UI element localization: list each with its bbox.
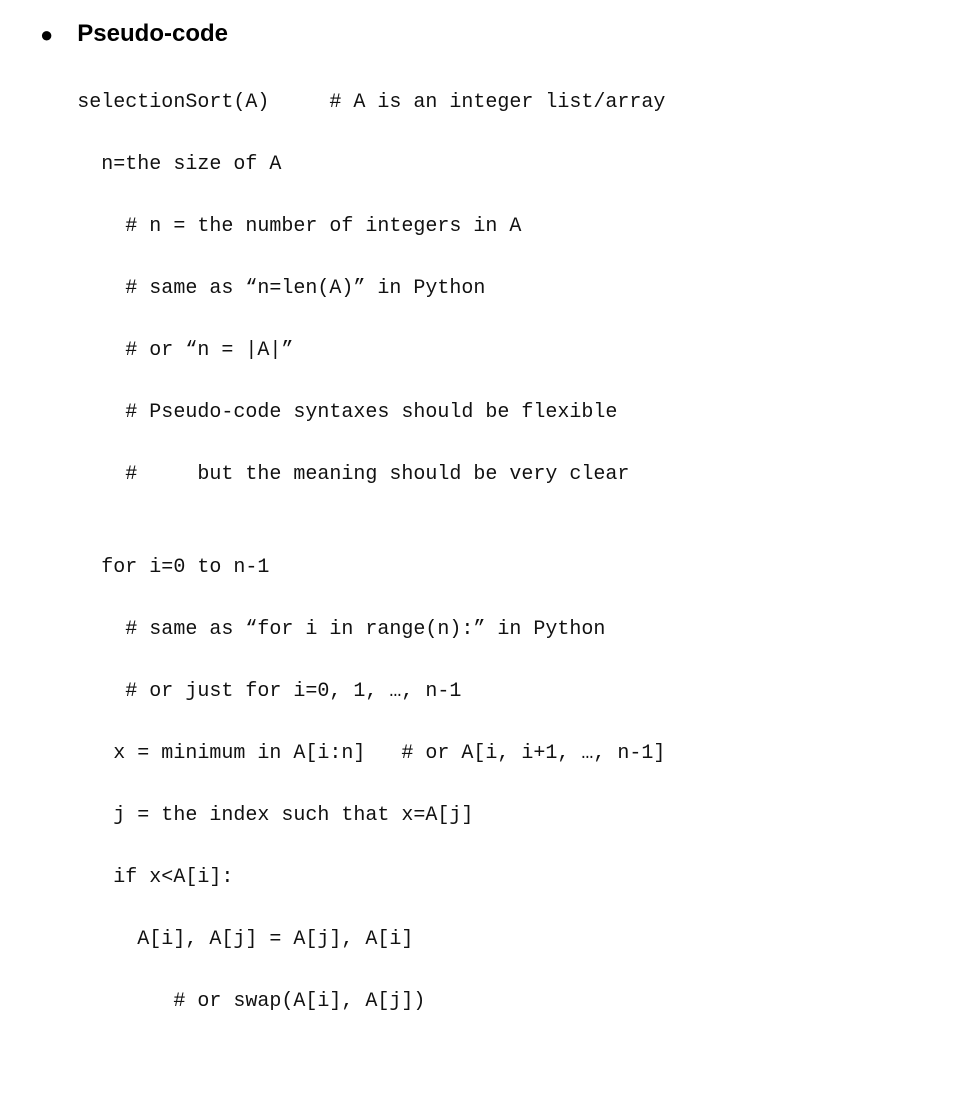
code-line: # but the meaning should be very clear (77, 459, 916, 490)
code-line: selectionSort(A) # A is an integer list/… (77, 87, 916, 118)
code-line: # same as “n=len(A)” in Python (77, 273, 916, 304)
code-line: j = the index such that x=A[j] (77, 800, 916, 831)
bullet-section: ● Pseudo-code selectionSort(A) # A is an… (40, 20, 916, 1079)
code-line: x = minimum in A[i:n] # or A[i, i+1, …, … (77, 738, 916, 769)
section-heading: Pseudo-code (77, 20, 916, 48)
code-line: # or swap(A[i], A[j]) (77, 986, 916, 1017)
code-line: A[i], A[j] = A[j], A[i] (77, 924, 916, 955)
code-line: n=the size of A (77, 149, 916, 180)
code-line: # Pseudo-code syntaxes should be flexibl… (77, 397, 916, 428)
code-line: if x<A[i]: (77, 862, 916, 893)
code-line: # n = the number of integers in A (77, 211, 916, 242)
code-line: # same as “for i in range(n):” in Python (77, 614, 916, 645)
code-line: for i=0 to n-1 (77, 552, 916, 583)
bullet-icon: ● (40, 24, 53, 46)
pseudocode-block: selectionSort(A) # A is an integer list/… (77, 56, 916, 1079)
code-line: # or “n = |A|” (77, 335, 916, 366)
content-block: Pseudo-code selectionSort(A) # A is an i… (77, 20, 916, 1079)
code-line: # or just for i=0, 1, …, n-1 (77, 676, 916, 707)
